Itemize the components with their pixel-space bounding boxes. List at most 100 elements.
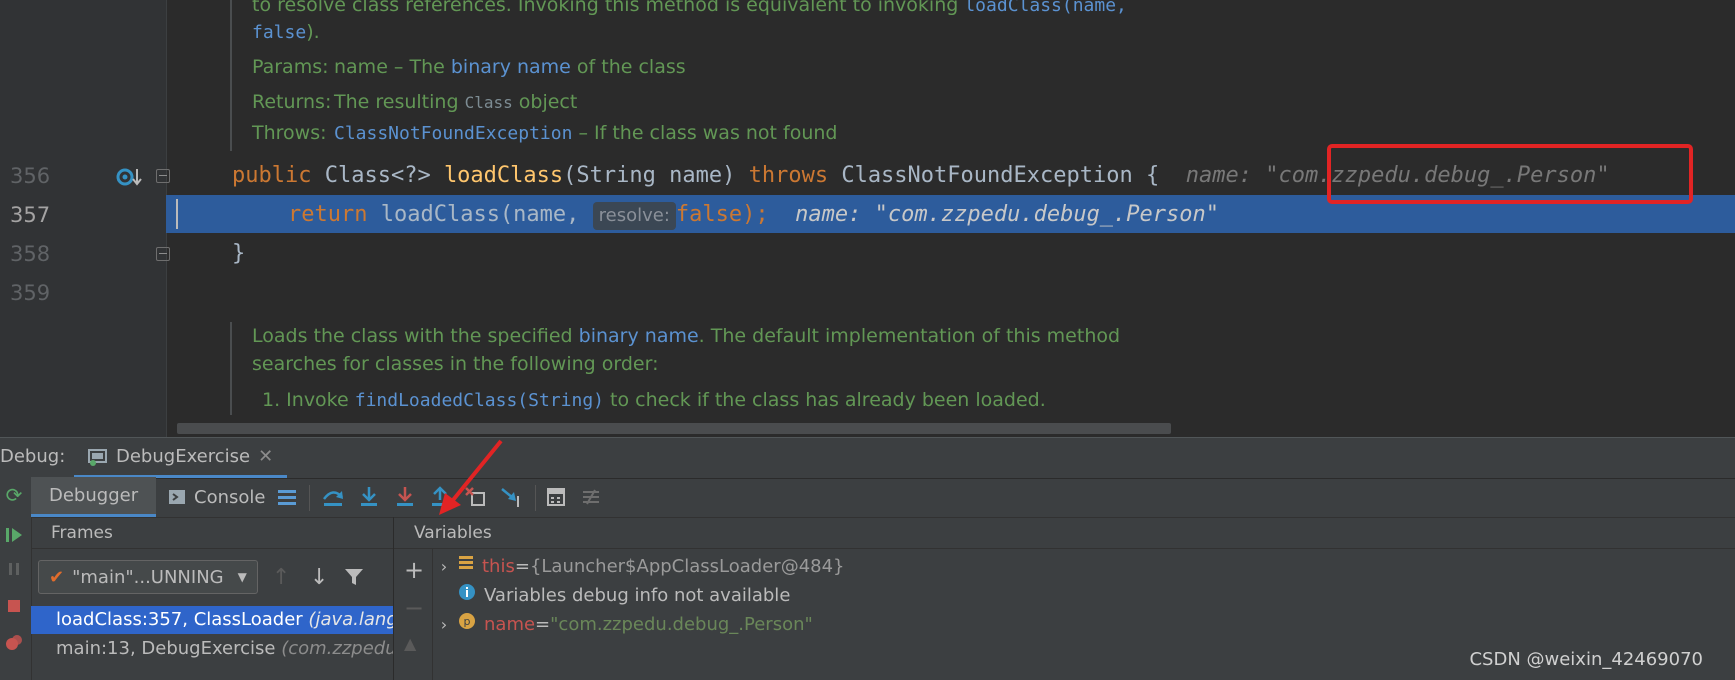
run-config-icon [88,448,107,466]
keyword: false [675,202,743,227]
variable-row-name[interactable]: › p name = "com.zzpedu.debug_.Person" [434,611,813,639]
stop-icon[interactable] [2,594,26,618]
keyword: throws [748,163,829,188]
fold-marker-icon[interactable] [156,247,170,261]
inline-value-label: name: [795,202,875,227]
frame-package: (com.zzpedu.d [281,638,393,659]
filter-icon[interactable] [344,567,364,591]
doc-link[interactable]: binary name [579,325,699,347]
doc-returns-label: Returns: [252,91,332,113]
watermark: CSDN @weixin_42469070 [1469,649,1703,670]
frames-pane: Frames ✔ "main"...UNNING ▼ ↑ ↓ loadClass… [31,517,394,680]
annotation-arrow-icon [439,439,503,515]
frames-header: Frames [31,517,393,549]
session-tab-label: DebugExercise [116,446,251,467]
remove-watch-icon[interactable]: − [404,594,424,622]
doc-params-label: Params: [252,56,329,78]
code-text: ); [742,202,769,227]
doc-text: . The default implementation of this met… [698,325,1121,347]
code-editor[interactable]: to resolve class references. Invoking th… [0,0,1735,437]
info-text: Variables debug info not available [484,585,791,606]
fold-marker-icon[interactable] [156,169,170,183]
debugger-toolbar: Debugger Console [31,439,1735,518]
keyword: public [232,163,312,188]
thread-selector[interactable]: ✔ "main"...UNNING ▼ [38,560,258,594]
text-caret [176,199,178,229]
doc-code-link[interactable]: findLoadedClass(String) [355,390,604,411]
chevron-right-icon[interactable]: › [434,553,454,581]
layout-menu-icon[interactable] [275,485,299,509]
variables-toolbar: + − ▲ [394,549,433,680]
line-number[interactable]: 359 [10,281,60,305]
code-text: (String name) [563,163,749,188]
horizontal-scrollbar[interactable] [177,423,1171,434]
thread-selector-value: "main"...UNNING [72,566,224,588]
show-execution-point-icon[interactable] [321,485,345,509]
variable-value: "com.zzpedu.debug_.Person" [550,614,813,635]
doc-text: object [512,91,578,113]
variable-equals: = [535,614,551,635]
toolbar-separator [309,485,310,511]
doc-text: to check if the class has already been l… [604,389,1046,411]
parameter-icon: p [458,611,476,639]
step-into-marker-icon[interactable] [116,166,142,190]
variable-value: {Launcher$AppClassLoader@484} [529,556,845,577]
line-number[interactable]: 357 [10,203,60,227]
trace-current-stream-icon[interactable] [579,485,603,509]
variable-equals: = [514,556,530,577]
code-line-358[interactable]: } [232,241,245,266]
code-text: loadClass(name, [367,202,593,227]
tab-console[interactable]: Console [164,477,269,517]
step-over-icon[interactable] [357,485,381,509]
console-icon [169,490,185,504]
debug-header: Debug: DebugExercise ✕ [0,437,1735,479]
doc-text: 1. Invoke [262,389,355,411]
code-text: Class<?> [311,163,444,188]
resume-icon[interactable] [2,523,26,547]
force-step-into-icon[interactable] [393,485,417,509]
doc-code: Class [464,93,513,112]
doc-code: loadClass(name, [964,0,1127,16]
method-name: loadClass [443,163,564,188]
javadoc-bottom: Loads the class with the specified binar… [230,322,1120,415]
chevron-right-icon[interactable]: › [434,611,454,639]
line-number[interactable]: 356 [10,164,60,188]
doc-throws-label: Throws: [252,122,327,144]
doc-text: – The [387,56,451,78]
frame-method: main:13, DebugExercise [56,638,282,659]
line-number[interactable]: 358 [10,242,60,266]
add-watch-icon[interactable]: + [404,556,424,584]
info-icon [458,582,476,610]
inline-value-label: name: [1185,163,1266,188]
pause-icon[interactable] [2,557,26,581]
debug-tool-window: Debug: DebugExercise ✕ ⟳ Debugger Consol… [0,437,1735,680]
debug-action-strip: ⟳ [0,477,32,680]
close-icon[interactable]: ✕ [258,446,273,467]
debug-session-tab[interactable]: DebugExercise ✕ [74,438,288,478]
evaluate-expression-icon[interactable] [544,485,568,509]
previous-frame-icon[interactable]: ↑ [272,565,290,590]
parameter-hint: resolve: [592,202,676,230]
check-icon: ✔ [49,566,65,588]
toolbar-separator [535,485,536,511]
tab-debugger[interactable]: Debugger [31,477,157,517]
doc-link[interactable]: binary name [451,56,571,78]
chevron-down-icon: ▼ [237,570,247,584]
view-breakpoints-icon[interactable] [2,630,26,654]
svg-text:p: p [464,615,471,628]
doc-text: Loads the class with the specified [252,325,579,347]
code-line-357[interactable]: return loadClass(name, resolve: false); n… [288,202,1219,230]
move-up-icon[interactable]: ▲ [404,634,416,653]
debug-title: Debug: [0,446,66,467]
variable-row-info[interactable]: Variables debug info not available [434,582,790,610]
tab-console-label: Console [194,486,266,508]
doc-text: – If the class was not found [572,122,838,144]
frame-row[interactable]: loadClass:357, ClassLoader (java.lang) [31,606,393,634]
variable-row-this[interactable]: › this = {Launcher$AppClassLoader@484} [434,553,845,581]
next-frame-icon[interactable]: ↓ [310,565,328,590]
variable-name: this [482,556,515,577]
doc-text: of the class [570,56,686,78]
rerun-icon[interactable]: ⟳ [2,483,26,507]
doc-code-link[interactable]: ClassNotFoundException [334,123,572,144]
frame-row[interactable]: main:13, DebugExercise (com.zzpedu.d [31,635,393,663]
